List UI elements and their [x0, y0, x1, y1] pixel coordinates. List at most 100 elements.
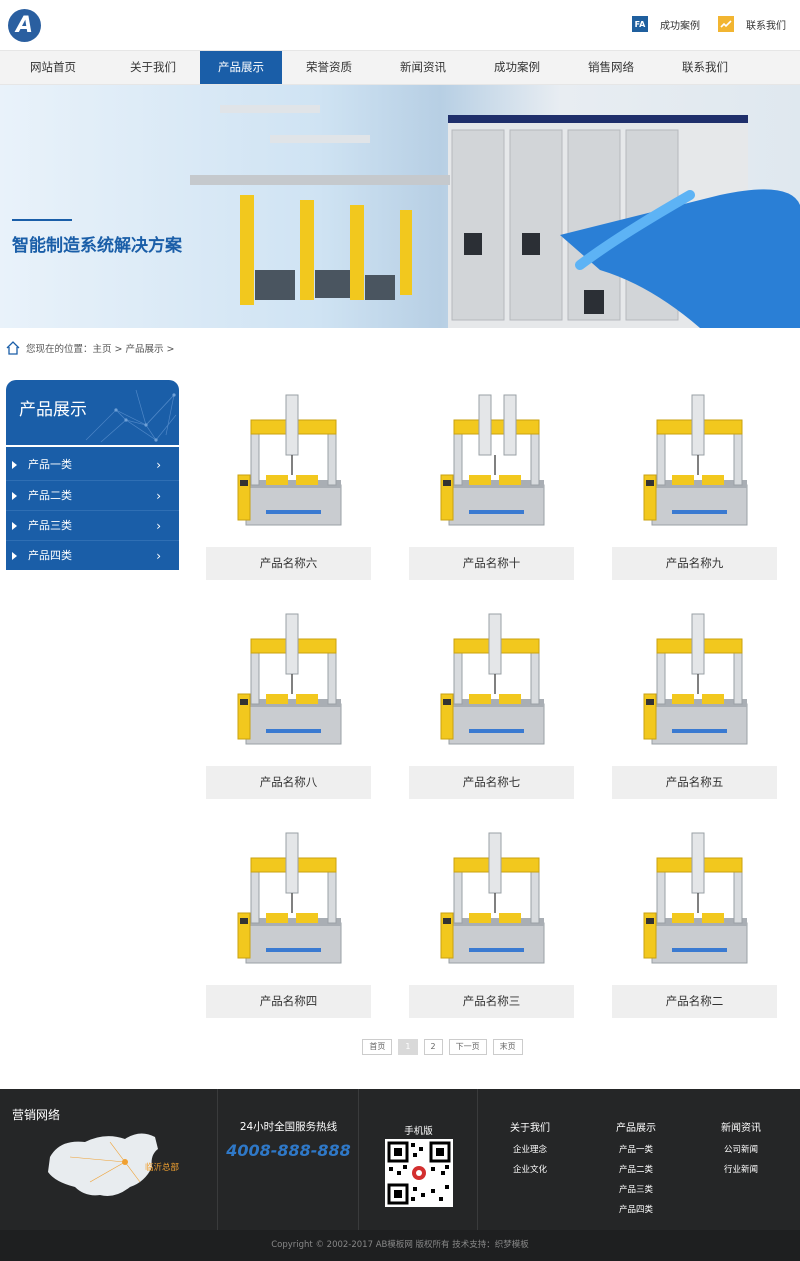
- pagination: 首页 1 2 下一页 末页: [0, 1039, 800, 1055]
- product-image[interactable]: [612, 380, 777, 547]
- product-image[interactable]: [206, 380, 371, 547]
- footer-col-news: 新闻资讯 公司新闻 行业新闻: [711, 1119, 771, 1180]
- nav-contact[interactable]: 联系我们: [658, 51, 752, 84]
- footer-hotline-number[interactable]: 4008-888-888: [218, 1141, 359, 1160]
- sidebar-header: 产品展示: [6, 380, 179, 445]
- trend-chart-icon: [718, 16, 734, 32]
- footer-link[interactable]: 产品三类: [606, 1180, 666, 1200]
- pager-page-1[interactable]: 1: [398, 1039, 418, 1055]
- logo-letter: A: [15, 13, 34, 38]
- product-card[interactable]: 产品名称九: [612, 380, 777, 580]
- product-name[interactable]: 产品名称三: [409, 985, 574, 1018]
- footer-col-title[interactable]: 新闻资讯: [711, 1119, 771, 1134]
- machine-illustration: [237, 613, 342, 745]
- sidebar-item-cat3[interactable]: 产品三类 ›: [6, 510, 179, 540]
- product-image[interactable]: [206, 599, 371, 766]
- product-image[interactable]: [409, 818, 574, 985]
- top-link-contact[interactable]: 联系我们: [746, 17, 786, 32]
- sidebar-menu: 产品一类 › 产品二类 › 产品三类 › 产品四类 ›: [6, 447, 179, 570]
- hero-banner: 智能制造系统解决方案: [0, 85, 800, 328]
- product-image[interactable]: [409, 599, 574, 766]
- product-card[interactable]: 产品名称七: [409, 599, 574, 799]
- site-footer: 营销网络 临沂总部 24小时全国服务热线 4008-888-888 手机版 关于…: [0, 1089, 800, 1230]
- top-link-cases[interactable]: 成功案例: [660, 17, 700, 32]
- triangle-icon: [12, 492, 17, 500]
- pager-page-2[interactable]: 2: [423, 1039, 443, 1055]
- copyright: Copyright © 2002-2017 AB模板网 版权所有 技术支持：织梦…: [0, 1230, 800, 1261]
- product-image[interactable]: [409, 380, 574, 547]
- breadcrumb-text[interactable]: 您现在的位置：主页 > 产品展示 >: [26, 341, 174, 355]
- top-links: FA 成功案例 联系我们: [632, 16, 786, 32]
- product-name[interactable]: 产品名称八: [206, 766, 371, 799]
- banner-accent-line: [12, 219, 72, 221]
- footer-link[interactable]: 产品二类: [606, 1160, 666, 1180]
- footer-link[interactable]: 企业文化: [500, 1160, 560, 1180]
- nav-cases[interactable]: 成功案例: [470, 51, 564, 84]
- footer-col-title[interactable]: 关于我们: [500, 1119, 560, 1134]
- nav-about[interactable]: 关于我们: [106, 51, 200, 84]
- pager-first[interactable]: 首页: [362, 1039, 393, 1055]
- sidebar-item-cat4[interactable]: 产品四类 ›: [6, 540, 179, 570]
- machine-illustration: [440, 832, 545, 964]
- product-name[interactable]: 产品名称十: [409, 547, 574, 580]
- nav-news[interactable]: 新闻资讯: [376, 51, 470, 84]
- site-logo[interactable]: A: [8, 9, 41, 42]
- footer-hq-label: 临沂总部: [145, 1163, 180, 1173]
- qr-code: [385, 1139, 453, 1207]
- machine-illustration: [440, 394, 545, 526]
- banner-slogan: 智能制造系统解决方案: [12, 236, 182, 256]
- product-card[interactable]: 产品名称六: [206, 380, 371, 580]
- triangle-icon: [12, 552, 17, 560]
- footer-col-title[interactable]: 产品展示: [606, 1119, 666, 1134]
- top-header: A FA 成功案例 联系我们: [0, 0, 800, 50]
- sidebar-item-label: 产品四类: [28, 549, 72, 562]
- chevron-right-icon: ›: [156, 519, 161, 533]
- footer-link[interactable]: 企业理念: [500, 1140, 560, 1160]
- product-name[interactable]: 产品名称五: [612, 766, 777, 799]
- sidebar: 产品展示 产品一类 › 产品二类 › 产品三类 › 产品四类 ›: [6, 380, 179, 570]
- main-nav: 网站首页 关于我们 产品展示 荣誉资质 新闻资讯 成功案例 销售网络 联系我们: [0, 50, 800, 85]
- product-card[interactable]: 产品名称五: [612, 599, 777, 799]
- sidebar-item-label: 产品一类: [28, 458, 72, 471]
- home-icon[interactable]: [6, 341, 20, 355]
- machine-illustration: [643, 613, 748, 745]
- footer-col-products: 产品展示 产品一类 产品二类 产品三类 产品四类: [606, 1119, 666, 1220]
- machine-illustration: [237, 832, 342, 964]
- fa-badge-icon: FA: [632, 16, 648, 32]
- sidebar-item-cat1[interactable]: 产品一类 ›: [6, 450, 179, 480]
- footer-link[interactable]: 产品一类: [606, 1140, 666, 1160]
- machine-illustration: [643, 394, 748, 526]
- footer-marketing-title: 营销网络: [12, 1108, 61, 1122]
- product-name[interactable]: 产品名称二: [612, 985, 777, 1018]
- footer-hotline: 24小时全国服务热线 4008-888-888: [218, 1089, 359, 1230]
- product-card[interactable]: 产品名称四: [206, 818, 371, 1018]
- machine-illustration: [440, 613, 545, 745]
- machine-illustration: [643, 832, 748, 964]
- footer-link[interactable]: 行业新闻: [711, 1160, 771, 1180]
- sidebar-item-cat2[interactable]: 产品二类 ›: [6, 480, 179, 510]
- product-card[interactable]: 产品名称三: [409, 818, 574, 1018]
- product-card[interactable]: 产品名称十: [409, 380, 574, 580]
- pager-last[interactable]: 末页: [492, 1039, 523, 1055]
- footer-link[interactable]: 公司新闻: [711, 1140, 771, 1160]
- machine-illustration: [237, 394, 342, 526]
- sidebar-title: 产品展示: [19, 400, 87, 420]
- footer-link[interactable]: 产品四类: [606, 1200, 666, 1220]
- product-image[interactable]: [612, 818, 777, 985]
- product-name[interactable]: 产品名称九: [612, 547, 777, 580]
- product-card[interactable]: 产品名称二: [612, 818, 777, 1018]
- chevron-right-icon: ›: [156, 489, 161, 503]
- pager-next[interactable]: 下一页: [448, 1039, 487, 1055]
- product-name[interactable]: 产品名称四: [206, 985, 371, 1018]
- nav-sales-network[interactable]: 销售网络: [564, 51, 658, 84]
- product-name[interactable]: 产品名称六: [206, 547, 371, 580]
- footer-links: 关于我们 企业理念 企业文化 产品展示 产品一类 产品二类 产品三类 产品四类 …: [478, 1089, 800, 1230]
- product-card[interactable]: 产品名称八: [206, 599, 371, 799]
- product-image[interactable]: [612, 599, 777, 766]
- footer-mobile-title: 手机版: [404, 1126, 433, 1137]
- nav-home[interactable]: 网站首页: [0, 51, 106, 84]
- nav-products[interactable]: 产品展示: [200, 51, 282, 84]
- product-image[interactable]: [206, 818, 371, 985]
- product-name[interactable]: 产品名称七: [409, 766, 574, 799]
- nav-honors[interactable]: 荣誉资质: [282, 51, 376, 84]
